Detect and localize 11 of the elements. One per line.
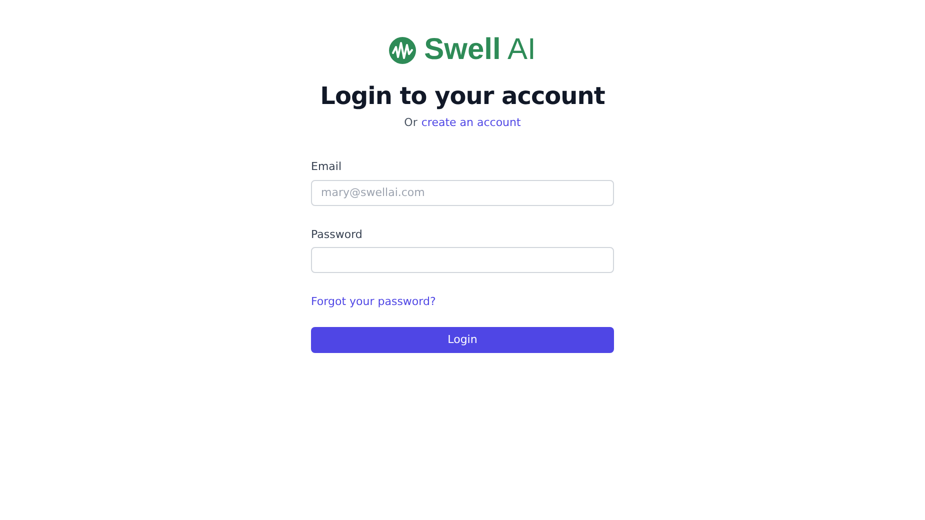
create-account-link[interactable]: create an account [421,114,521,132]
email-field[interactable]: mary@swellai.com [311,180,614,206]
forgot-password-link[interactable]: Forgot your password? [311,294,436,311]
login-button[interactable]: Login [311,327,614,354]
page-heading: Login to your account [319,82,606,111]
logo-text: Swell AI [424,35,536,65]
password-field[interactable] [311,247,614,274]
field-label: Password [311,226,362,243]
logo-icon [389,36,416,64]
subheading-text: Or [404,114,418,131]
field-label: Email [311,159,342,176]
